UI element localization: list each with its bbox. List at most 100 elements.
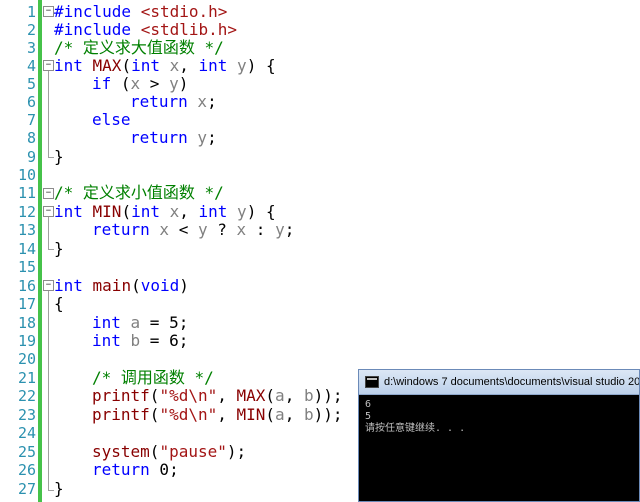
keyword: int: [92, 331, 121, 350]
identifier: x: [236, 220, 247, 239]
punctuation: ));: [313, 405, 343, 424]
fold-guide-line: [48, 291, 49, 490]
punctuation: ,: [217, 386, 237, 405]
punctuation: ,: [179, 56, 199, 75]
code-line-3[interactable]: /* 定义求大值函数 */: [54, 39, 224, 57]
code-line-16[interactable]: int main(void): [54, 277, 189, 295]
line-number: 22: [17, 387, 36, 405]
fold-guide-line: [48, 217, 49, 249]
punctuation: (: [121, 202, 132, 221]
fold-collapse-icon[interactable]: −: [43, 60, 54, 71]
code-line-26[interactable]: return 0;: [92, 461, 179, 479]
line-number: 11: [17, 184, 36, 202]
line-number: 20: [17, 350, 36, 368]
line-number: 14: [17, 240, 36, 258]
return-value: 0;: [149, 460, 179, 479]
punctuation: (: [149, 386, 160, 405]
identifier: a: [275, 386, 285, 405]
line-number: 1: [26, 3, 36, 21]
console-window[interactable]: d:\windows 7 documents\documents\visual …: [358, 369, 640, 502]
line-number: 9: [26, 148, 36, 166]
fold-collapse-icon[interactable]: −: [43, 280, 54, 291]
code-line-18[interactable]: int a = 5;: [92, 314, 188, 332]
line-number: 6: [26, 93, 36, 111]
fold-collapse-icon[interactable]: −: [43, 188, 54, 199]
code-line-6[interactable]: return x;: [130, 93, 217, 111]
keyword: int: [198, 56, 228, 75]
console-output: 6 5 请按任意键继续. . .: [359, 395, 639, 439]
function-name: main: [82, 276, 132, 295]
function-call: MAX: [236, 386, 266, 405]
punctuation: ));: [313, 386, 343, 405]
console-output-line: 6: [365, 399, 372, 410]
console-titlebar[interactable]: d:\windows 7 documents\documents\visual …: [359, 370, 639, 395]
code-line-4[interactable]: int MAX(int x, int y) {: [54, 57, 276, 75]
code-line-2[interactable]: #include <stdlib.h>: [54, 21, 237, 39]
identifier: x: [187, 92, 208, 111]
code-line-27[interactable]: }: [54, 480, 64, 498]
console-title: d:\windows 7 documents\documents\visual …: [384, 376, 639, 388]
code-line-9[interactable]: }: [54, 148, 64, 166]
keyword: return: [92, 460, 150, 479]
code-line-1[interactable]: #include <stdio.h>: [54, 3, 227, 21]
punctuation: ;: [207, 128, 217, 147]
punctuation: );: [226, 442, 247, 461]
assignment: = 5;: [140, 313, 189, 332]
line-number: 4: [26, 57, 36, 75]
punctuation: ,: [284, 386, 304, 405]
punctuation: (: [265, 405, 276, 424]
code-line-7[interactable]: else: [92, 111, 131, 129]
code-line-21[interactable]: /* 调用函数 */: [92, 369, 214, 387]
punctuation: (: [149, 405, 160, 424]
punctuation: ;: [284, 220, 295, 239]
identifier: y: [275, 220, 285, 239]
code-line-19[interactable]: int b = 6;: [92, 332, 188, 350]
identifier: y: [197, 220, 208, 239]
keyword: int: [54, 202, 83, 221]
identifier: b: [303, 386, 314, 405]
line-number: 23: [17, 406, 36, 424]
line-number: 2: [26, 21, 36, 39]
punctuation: ;: [207, 92, 217, 111]
comment: /* 定义求小值函数 */: [54, 183, 224, 202]
code-line-5[interactable]: if (x > y): [92, 75, 188, 93]
include-header: <stdlib.h>: [140, 20, 238, 39]
punctuation: }: [54, 147, 64, 166]
fold-collapse-icon[interactable]: −: [43, 206, 54, 217]
identifier: y: [187, 128, 208, 147]
code-line-11[interactable]: /* 定义求小值函数 */: [54, 184, 224, 202]
punctuation: (: [149, 442, 160, 461]
keyword: int: [54, 56, 83, 75]
code-line-25[interactable]: system("pause");: [92, 443, 246, 461]
code-line-14[interactable]: }: [54, 240, 64, 258]
code-line-13[interactable]: return x < y ? x : y;: [92, 221, 294, 239]
line-number: 16: [17, 277, 36, 295]
console-output-line: 请按任意键继续. . .: [365, 423, 466, 434]
assignment: = 6;: [140, 331, 189, 350]
code-line-8[interactable]: return y;: [130, 129, 217, 147]
include-header: <stdio.h>: [140, 2, 228, 21]
keyword: else: [92, 110, 131, 129]
operator: ?: [207, 220, 237, 239]
comment: /* 定义求大值函数 */: [54, 38, 224, 57]
code-line-12[interactable]: int MIN(int x, int y) {: [54, 203, 276, 221]
punctuation: ,: [179, 202, 199, 221]
console-window-icon: [365, 376, 379, 388]
line-number: 18: [17, 314, 36, 332]
identifier: x: [159, 56, 180, 75]
punctuation: (: [111, 74, 131, 93]
fold-collapse-icon[interactable]: −: [43, 6, 54, 17]
line-number: 10: [17, 166, 36, 184]
punctuation: (: [265, 386, 276, 405]
line-number: 17: [17, 295, 36, 313]
keyword: int: [131, 202, 160, 221]
code-line-22[interactable]: printf("%d\n", MAX(a, b));: [92, 387, 343, 405]
function-call: printf: [92, 405, 150, 424]
code-line-17[interactable]: {: [54, 295, 64, 313]
punctuation: ) {: [246, 56, 276, 75]
keyword: void: [140, 276, 180, 295]
line-number: 13: [17, 221, 36, 239]
keyword: if: [92, 74, 112, 93]
code-line-23[interactable]: printf("%d\n", MIN(a, b));: [92, 406, 343, 424]
line-number: 27: [17, 480, 36, 498]
